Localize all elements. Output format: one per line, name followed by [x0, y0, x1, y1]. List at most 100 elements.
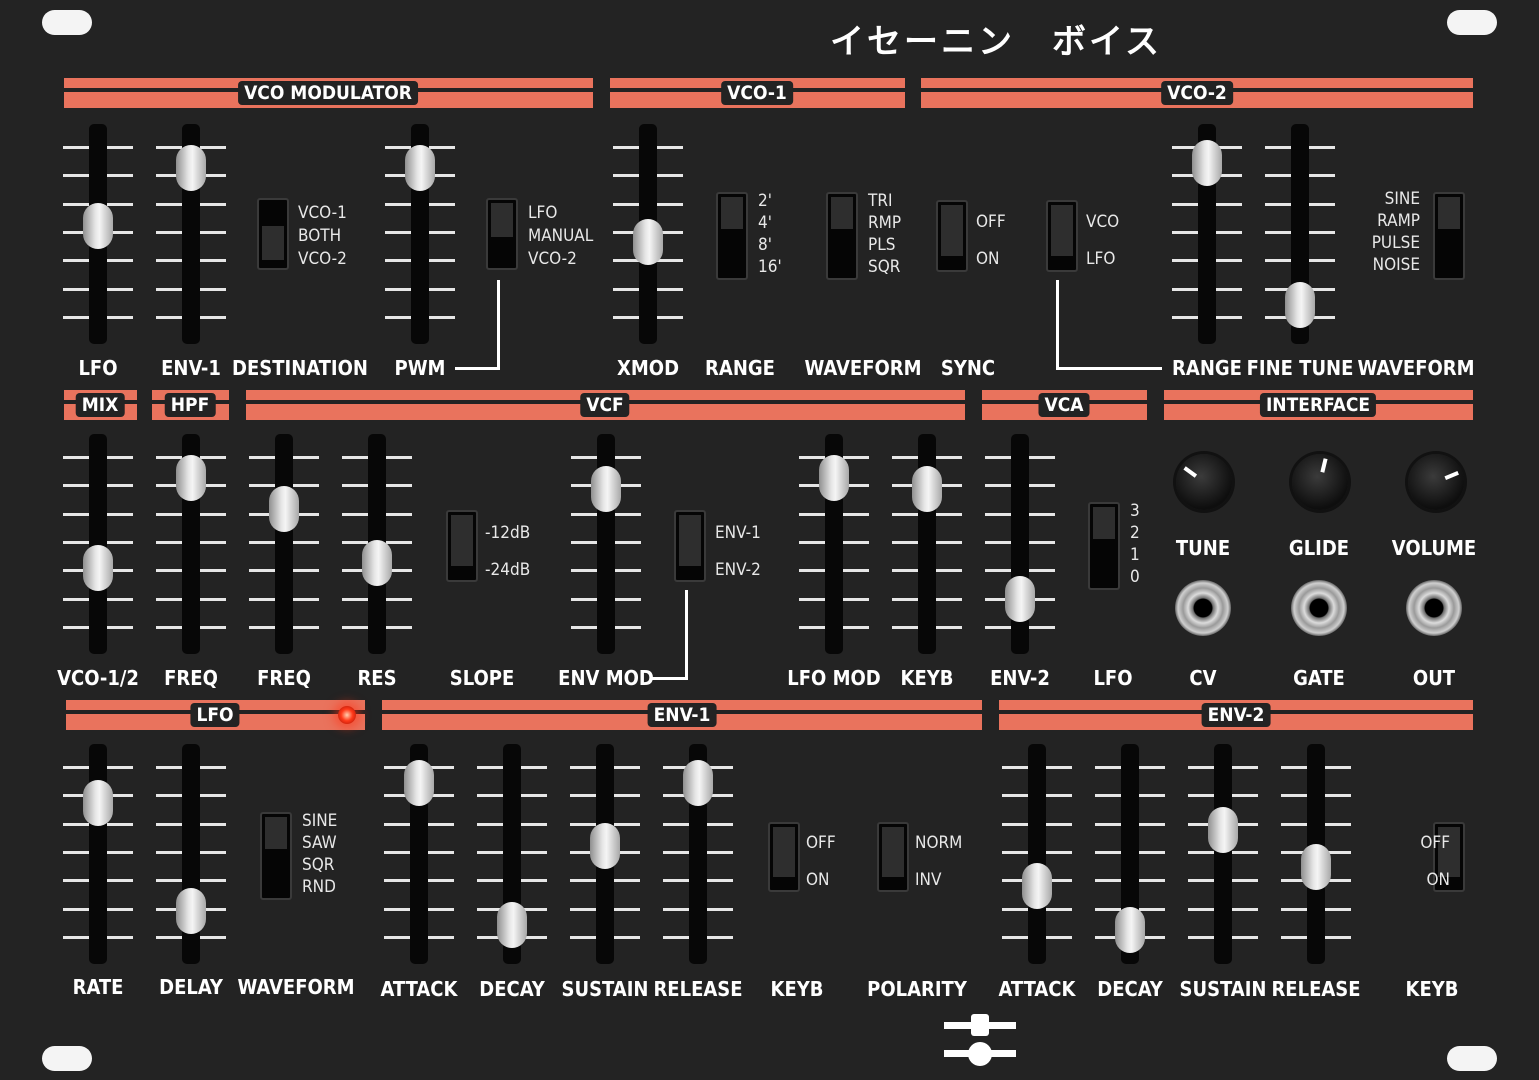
vco1-range-switch[interactable] [716, 192, 748, 280]
vco2-mod-options: VCO LFO [1086, 204, 1119, 278]
vco2-mod-switch[interactable] [1046, 200, 1078, 272]
fader-cap[interactable] [591, 465, 621, 512]
fader-cap[interactable] [590, 823, 620, 870]
switch-option: SAW [302, 833, 337, 853]
switch-lever[interactable] [882, 827, 904, 877]
fader-cap[interactable] [176, 887, 206, 934]
pwm-source-switch[interactable] [486, 198, 518, 270]
label-env2-attack: ATTACK [998, 977, 1076, 1001]
fader-cap[interactable] [362, 539, 392, 586]
fader-cap[interactable] [176, 454, 206, 501]
label-env-mod: ENV MOD [558, 666, 654, 690]
switch-option: SINE [1384, 189, 1420, 209]
fader-cap[interactable] [83, 203, 113, 250]
lfo-rate-led [338, 706, 356, 724]
pwm-connector-line [497, 280, 500, 370]
section-hpf: HPF [152, 390, 229, 420]
fader-slot [89, 744, 107, 964]
fader-cap[interactable] [1115, 906, 1145, 953]
switch-lever[interactable] [1438, 197, 1460, 229]
label-vco1-range: RANGE [705, 356, 775, 380]
mounting-hole [42, 10, 92, 35]
fader-cap[interactable] [1192, 139, 1222, 186]
out-jack[interactable] [1406, 580, 1462, 636]
env1-keyb-switch[interactable] [768, 822, 800, 892]
glide-knob[interactable] [1292, 454, 1348, 510]
fader-cap[interactable] [633, 218, 663, 265]
gate-jack[interactable] [1291, 580, 1347, 636]
label-lfo: LFO [78, 356, 118, 380]
label-vco2-waveform: WAVEFORM [1357, 356, 1475, 380]
fader-cap[interactable] [1301, 843, 1331, 890]
vco2-waveform-switch[interactable] [1433, 192, 1465, 280]
vcf-envsel-options: ENV-1 ENV-2 [715, 515, 761, 589]
fader-cap[interactable] [1208, 807, 1238, 854]
switch-option: RAMP [1377, 211, 1420, 231]
switch-option: PLS [868, 235, 896, 255]
pwm-source-options: LFO MANUAL VCO-2 [528, 202, 593, 271]
switch-lever[interactable] [1051, 205, 1073, 256]
label-env2-decay: DECAY [1097, 977, 1163, 1001]
section-vcf: VCF [246, 390, 965, 420]
fader-cap[interactable] [83, 780, 113, 827]
switch-lever[interactable] [451, 515, 473, 566]
vcf-slope-options: -12dB -24dB [485, 515, 530, 589]
switch-lever[interactable] [831, 197, 853, 229]
switch-option: 1 [1130, 545, 1140, 565]
switch-option: OFF [1420, 833, 1450, 853]
switch-option: -24dB [485, 560, 531, 580]
switch-lever[interactable] [941, 205, 963, 256]
label-destination: DESTINATION [232, 356, 368, 380]
knob-indicator [1444, 470, 1459, 481]
switch-lever[interactable] [265, 817, 287, 849]
switch-lever[interactable] [679, 515, 701, 566]
fader-slot [275, 434, 293, 654]
fader-cap[interactable] [1285, 282, 1315, 329]
fader-cap[interactable] [683, 759, 713, 806]
switch-lever[interactable] [262, 225, 284, 260]
volume-knob[interactable] [1408, 454, 1464, 510]
switch-option: OFF [806, 833, 836, 853]
lfo-waveform-switch[interactable] [260, 812, 292, 900]
fader-cap[interactable] [819, 454, 849, 501]
label-keyb: KEYB [900, 666, 954, 690]
fader-cap[interactable] [83, 544, 113, 591]
fader-cap[interactable] [269, 486, 299, 533]
switch-option: 8' [758, 235, 772, 255]
switch-lever[interactable] [721, 197, 743, 229]
switch-option: ENV-2 [715, 560, 761, 580]
section-vco-modulator: VCO MODULATOR [64, 78, 593, 108]
label-sync: SYNC [940, 356, 996, 380]
label-env2-sustain: SUSTAIN [1179, 977, 1267, 1001]
tune-knob[interactable] [1176, 454, 1232, 510]
fader-cap[interactable] [497, 902, 527, 949]
env1-polarity-switch[interactable] [877, 822, 909, 892]
switch-option: TRI [868, 191, 893, 211]
switch-option: VCO [1086, 212, 1120, 232]
vcf-slope-switch[interactable] [446, 510, 478, 582]
vca-lfo-switch[interactable] [1088, 502, 1120, 590]
destination-switch[interactable] [257, 198, 289, 270]
fader-cap[interactable] [405, 144, 435, 191]
sync-switch[interactable] [936, 200, 968, 272]
cv-jack[interactable] [1175, 580, 1231, 636]
vcf-envsel-switch[interactable] [674, 510, 706, 582]
destination-options: VCO-1 BOTH VCO-2 [298, 202, 347, 271]
synth-panel: イセーニン ボイス VCO MODULATOR VCO-1 VCO-2 MIX … [0, 0, 1539, 1080]
fader-cap[interactable] [176, 144, 206, 191]
label-slope: SLOPE [449, 666, 515, 690]
fader-cap[interactable] [1022, 862, 1052, 909]
label-lfo-waveform: WAVEFORM [237, 975, 355, 999]
switch-lever[interactable] [491, 203, 513, 237]
fader-cap[interactable] [1005, 576, 1035, 623]
switch-lever[interactable] [773, 827, 795, 877]
fader-cap[interactable] [404, 759, 434, 806]
label-vco12: VCO-1/2 [57, 666, 139, 690]
switch-option: 16' [758, 257, 782, 277]
envmod-connector-line [685, 590, 688, 680]
switch-option: SINE [302, 811, 338, 831]
label-env2-release: RELEASE [1271, 977, 1361, 1001]
fader-cap[interactable] [912, 465, 942, 512]
switch-lever[interactable] [1093, 507, 1115, 539]
vco1-waveform-switch[interactable] [826, 192, 858, 280]
